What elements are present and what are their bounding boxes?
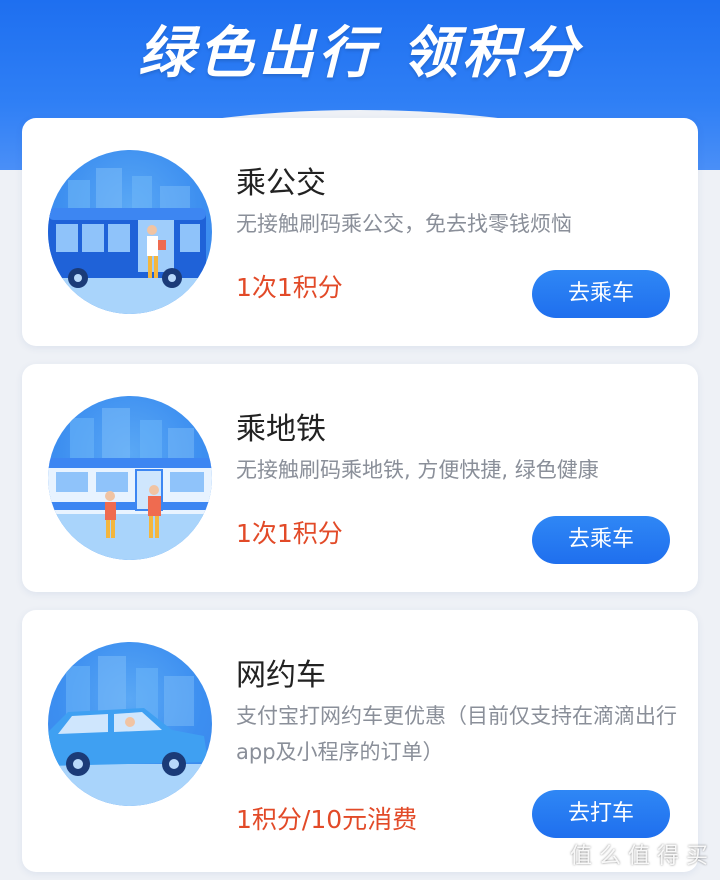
card-title: 乘地铁 <box>236 412 326 447</box>
card-title: 网约车 <box>236 658 326 693</box>
subway-illustration <box>48 396 212 560</box>
points-label: 1次1积分 <box>236 519 343 548</box>
points-label: 1积分/10元消费 <box>236 805 418 834</box>
points-label: 1次1积分 <box>236 273 343 302</box>
card-description: 无接触刷码乘公交，免去找零钱烦恼 <box>236 212 572 236</box>
take-subway-button[interactable]: 去乘车 <box>532 516 670 564</box>
ride-hailing-card[interactable]: 网约车 支付宝打网约车更优惠（目前仅支持在滴滴出行app及小程序的订单） 1积分… <box>22 610 698 872</box>
bus-card[interactable]: 乘公交 无接触刷码乘公交，免去找零钱烦恼 1次1积分 去乘车 <box>22 118 698 346</box>
car-illustration <box>48 642 212 806</box>
take-taxi-button[interactable]: 去打车 <box>532 790 670 838</box>
card-description: 无接触刷码乘地铁, 方便快捷, 绿色健康 <box>236 458 599 482</box>
watermark: 值 么 值 得 买 <box>570 844 708 869</box>
take-bus-button[interactable]: 去乘车 <box>532 270 670 318</box>
subway-card[interactable]: 乘地铁 无接触刷码乘地铁, 方便快捷, 绿色健康 1次1积分 去乘车 <box>22 364 698 592</box>
page-title: 绿色出行 领积分 <box>138 21 582 86</box>
card-description: 支付宝打网约车更优惠（目前仅支持在滴滴出行app及小程序的订单） <box>236 704 677 764</box>
card-title: 乘公交 <box>236 166 326 201</box>
bus-illustration <box>48 150 212 314</box>
